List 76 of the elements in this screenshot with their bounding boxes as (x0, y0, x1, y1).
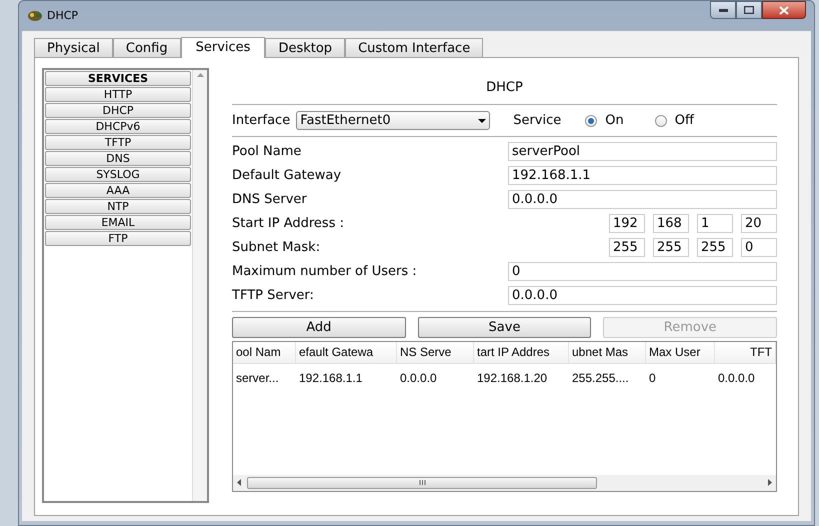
field-label: Default Gateway (232, 166, 342, 185)
panel-title: DHCP (486, 79, 523, 97)
sidebar-item[interactable]: NTP (45, 199, 191, 214)
column-header[interactable]: TFT (715, 342, 776, 362)
input-field[interactable]: 0 (508, 262, 777, 281)
table-cell-text: 0.0.0.0 (399, 370, 438, 386)
table-cell-text: server... (235, 370, 280, 386)
radio-option[interactable]: Off (654, 110, 694, 130)
tab[interactable]: Physical (34, 38, 113, 57)
maximize-button[interactable] (736, 1, 762, 19)
field-label: Maximum number of Users : (232, 262, 418, 281)
column-header[interactable]: ubnet Mas (569, 342, 646, 362)
service-label: Service (513, 112, 562, 130)
grip-icon (418, 480, 426, 485)
sidebar-item[interactable]: AAA (45, 183, 191, 198)
minimize-button[interactable] (710, 1, 736, 19)
close-icon (779, 6, 789, 14)
column-header[interactable]: ool Nam (233, 342, 296, 362)
input-field[interactable]: 192 (609, 214, 645, 233)
scrollbar[interactable] (192, 70, 207, 501)
action-button[interactable]: Save (418, 316, 592, 338)
sidebar-item[interactable]: TFTP (45, 135, 191, 150)
minimize-icon (718, 8, 728, 12)
sidebar-item[interactable]: DNS (45, 151, 191, 166)
field-label: DNS Server (232, 190, 308, 209)
input-field[interactable]: 0.0.0.0 (508, 190, 777, 209)
scroll-up-icon (196, 73, 204, 77)
radio-option[interactable]: On (585, 110, 624, 130)
input-field[interactable]: 255 (653, 238, 689, 257)
input-field[interactable]: 255 (609, 238, 645, 257)
field-label: Start IP Address : (232, 214, 345, 233)
table-cell-text: 255.255.... (571, 370, 630, 386)
input-field[interactable]: 0 (741, 238, 777, 257)
sidebar-item[interactable]: FTP (45, 231, 191, 246)
app-icon (27, 9, 43, 23)
table-cell-text: 0.0.0.0 (717, 370, 756, 386)
sidebar-heading[interactable]: SERVICES (45, 71, 191, 86)
table-cell-text: 192.168.1.20 (476, 370, 548, 386)
tab[interactable]: Custom Interface (345, 38, 484, 57)
input-field[interactable]: 168 (653, 214, 689, 233)
tab[interactable]: Services (180, 37, 266, 58)
field-label: Subnet Mask: (232, 238, 322, 257)
scroll-left-icon (237, 479, 241, 486)
input-field[interactable]: 20 (741, 214, 777, 233)
maximize-icon (744, 6, 754, 14)
input-field[interactable]: serverPool (508, 142, 777, 161)
scroll-right-icon (768, 479, 772, 486)
caret-icon (478, 118, 486, 122)
radio-button[interactable] (585, 114, 598, 126)
radio-button[interactable] (654, 114, 667, 126)
sidebar-item[interactable]: EMAIL (45, 215, 191, 230)
sidebar-item[interactable]: HTTP (45, 87, 191, 102)
tab[interactable]: Desktop (265, 38, 346, 57)
window-title: DHCP (47, 8, 78, 24)
input-field[interactable]: 0.0.0.0 (508, 286, 777, 305)
input-field[interactable]: 255 (697, 238, 733, 257)
column-header[interactable]: NS Serve (397, 342, 474, 362)
column-header[interactable]: efault Gatewa (296, 342, 397, 362)
field-label: TFTP Server: (232, 286, 315, 305)
close-button[interactable] (762, 1, 806, 19)
input-field[interactable]: 1 (697, 214, 733, 233)
sidebar-item[interactable]: DHCPv6 (45, 119, 191, 134)
column-header[interactable]: Max User (646, 342, 715, 362)
table-cell-text: 0 (648, 370, 657, 386)
field-label: Pool Name (232, 142, 302, 161)
table-cell-text: 192.168.1.1 (298, 370, 364, 386)
action-button[interactable]: Add (232, 316, 406, 338)
interface-label: Interface (232, 112, 290, 130)
column-header[interactable]: tart IP Addres (474, 342, 569, 362)
sidebar-item[interactable]: DHCP (45, 103, 191, 118)
interface-dropdown[interactable]: FastEthernet0 (296, 111, 490, 130)
tab[interactable]: Config (112, 38, 181, 57)
scrollbar-thumb[interactable] (247, 476, 597, 488)
input-field[interactable]: 192.168.1.1 (508, 166, 777, 185)
horizontal-scrollbar[interactable] (233, 474, 776, 490)
sidebar-item[interactable]: SYSLOG (45, 167, 191, 182)
